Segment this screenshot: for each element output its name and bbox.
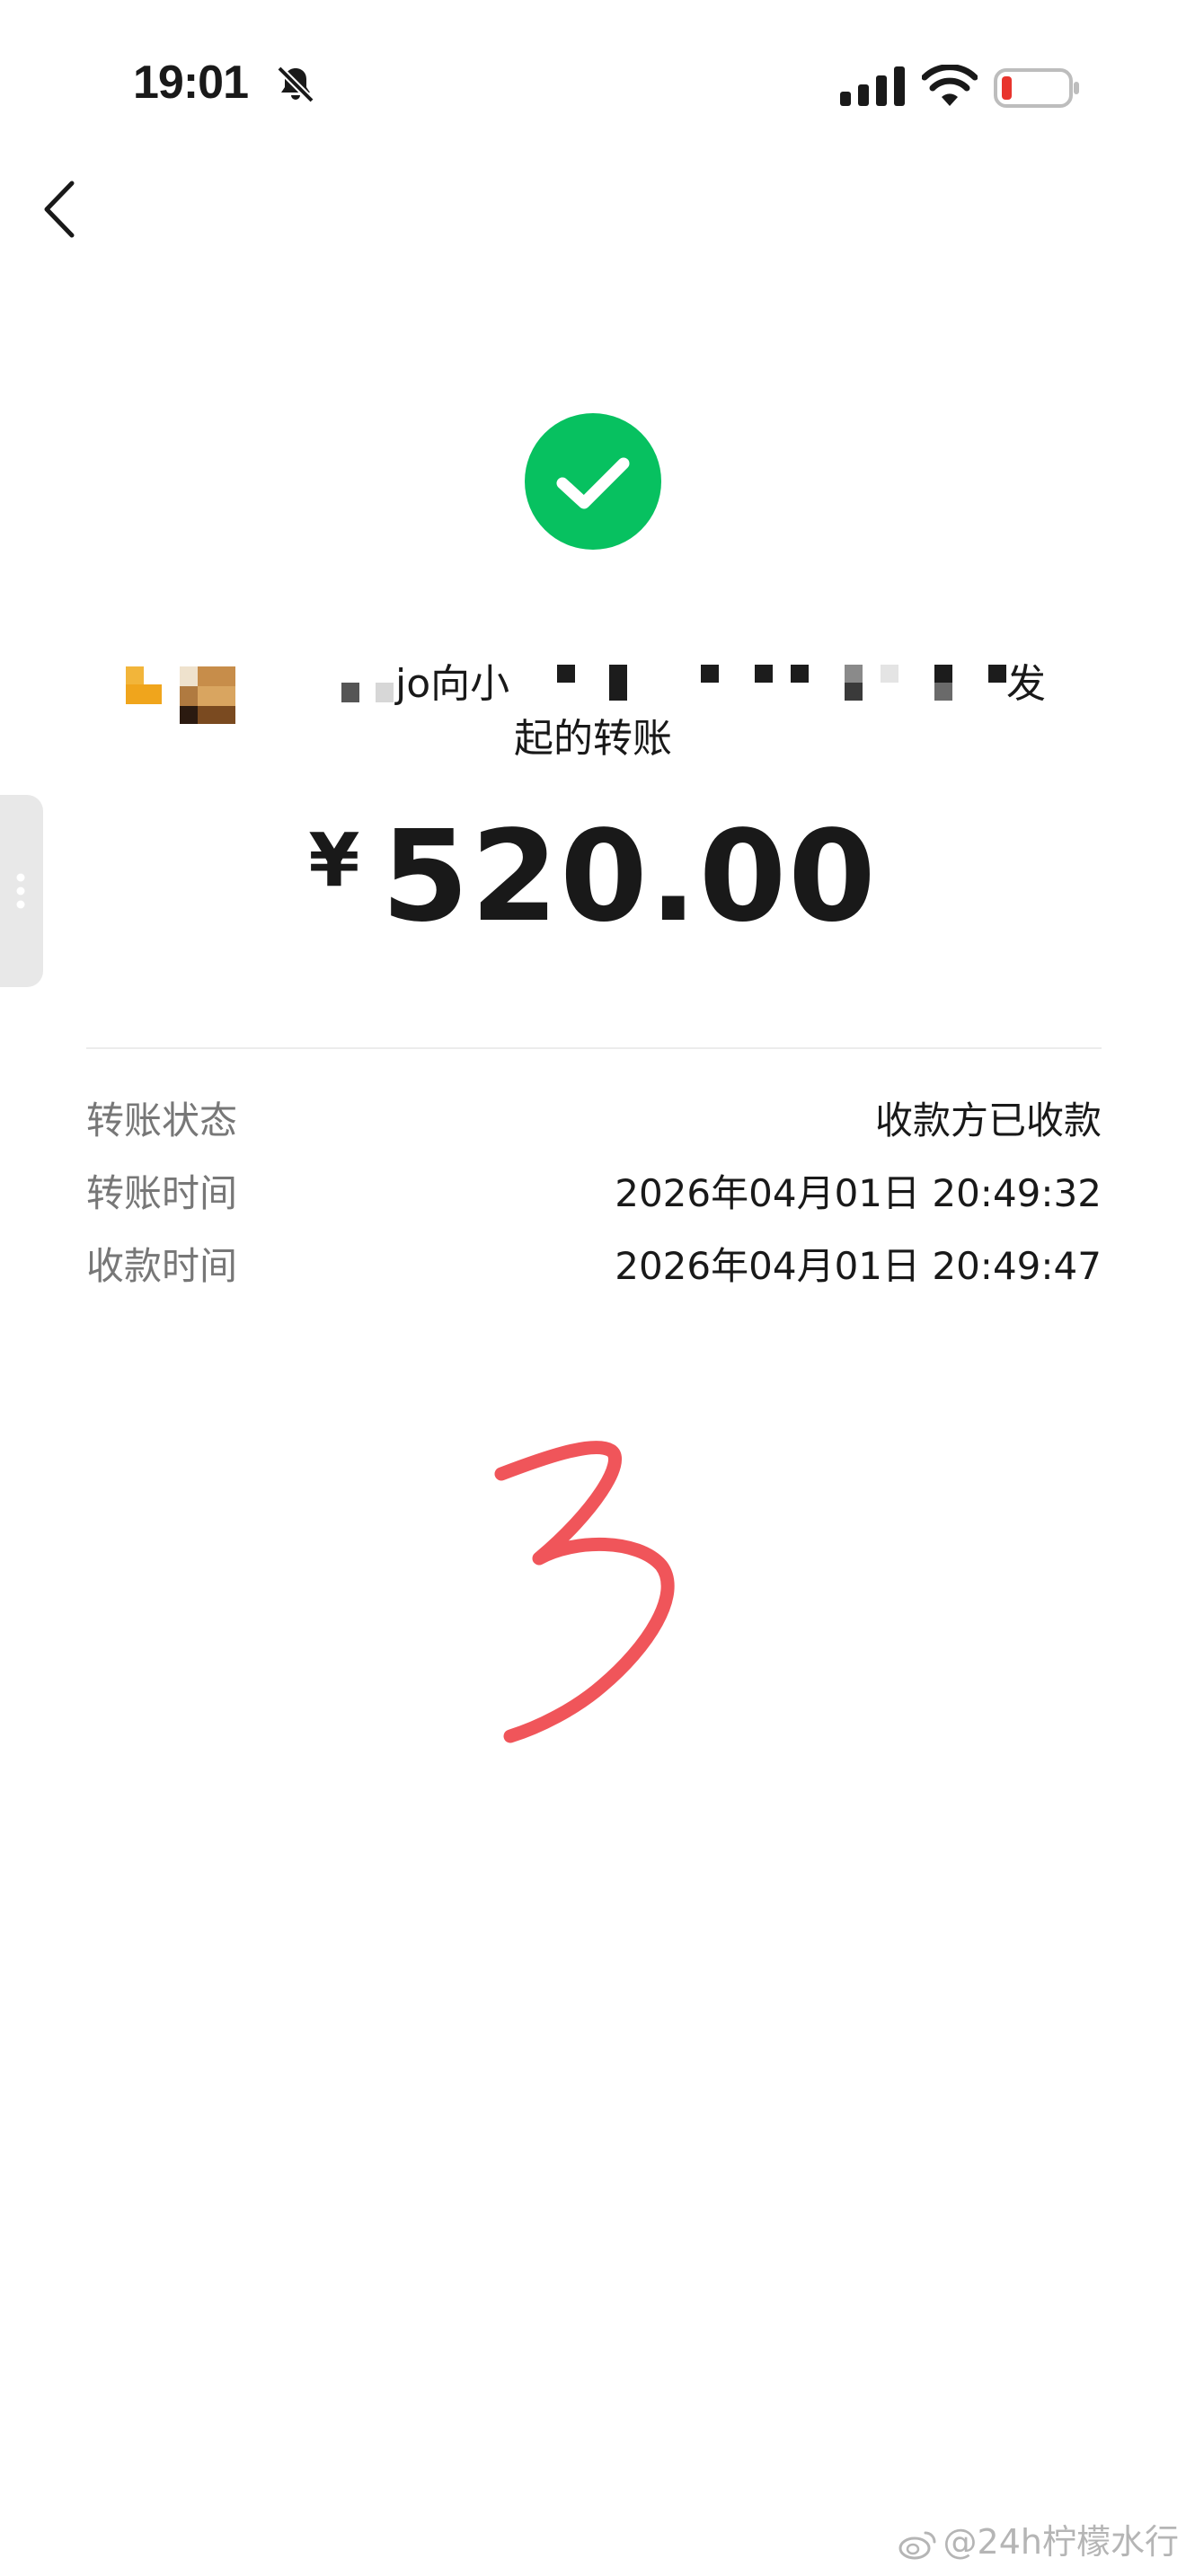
bell-muted-icon	[277, 66, 314, 103]
initiator-suffix: 发	[1006, 661, 1046, 707]
handwritten-number-3	[494, 1441, 675, 1743]
battery-low-icon	[994, 68, 1079, 108]
detail-label: 转账状态	[86, 1098, 238, 1142]
initiator-prefix: jo向小	[395, 661, 510, 707]
watermark-text: @24h柠檬水行	[943, 2522, 1179, 2562]
amount-value: 520.00	[381, 804, 878, 950]
detail-label: 收款时间	[86, 1244, 238, 1288]
watermark: @24h柠檬水行	[898, 2514, 1179, 2563]
detail-row-status: 转账状态 收款方已收款	[86, 1090, 1102, 1142]
transfer-amount: ¥520.00	[0, 804, 1186, 950]
detail-row-receive-time: 收款时间 2026年04月01日 20:49:47	[86, 1236, 1102, 1288]
weibo-logo-icon	[898, 2531, 936, 2559]
detail-value: 收款方已收款	[874, 1098, 1102, 1142]
detail-label: 转账时间	[86, 1171, 238, 1215]
transfer-initiator-line2: 起的转账	[514, 716, 672, 762]
detail-value: 2026年04月01日 20:49:32	[615, 1171, 1102, 1215]
back-chevron-icon[interactable]	[41, 180, 77, 239]
currency-symbol: ¥	[308, 818, 360, 904]
divider	[86, 1047, 1102, 1049]
cellular-signal-icon	[840, 66, 905, 106]
check-circle-icon	[525, 413, 661, 550]
status-time: 19:01	[133, 57, 249, 109]
detail-row-transfer-time: 转账时间 2026年04月01日 20:49:32	[86, 1163, 1102, 1215]
detail-value: 2026年04月01日 20:49:47	[615, 1244, 1102, 1288]
wifi-icon	[922, 65, 978, 106]
